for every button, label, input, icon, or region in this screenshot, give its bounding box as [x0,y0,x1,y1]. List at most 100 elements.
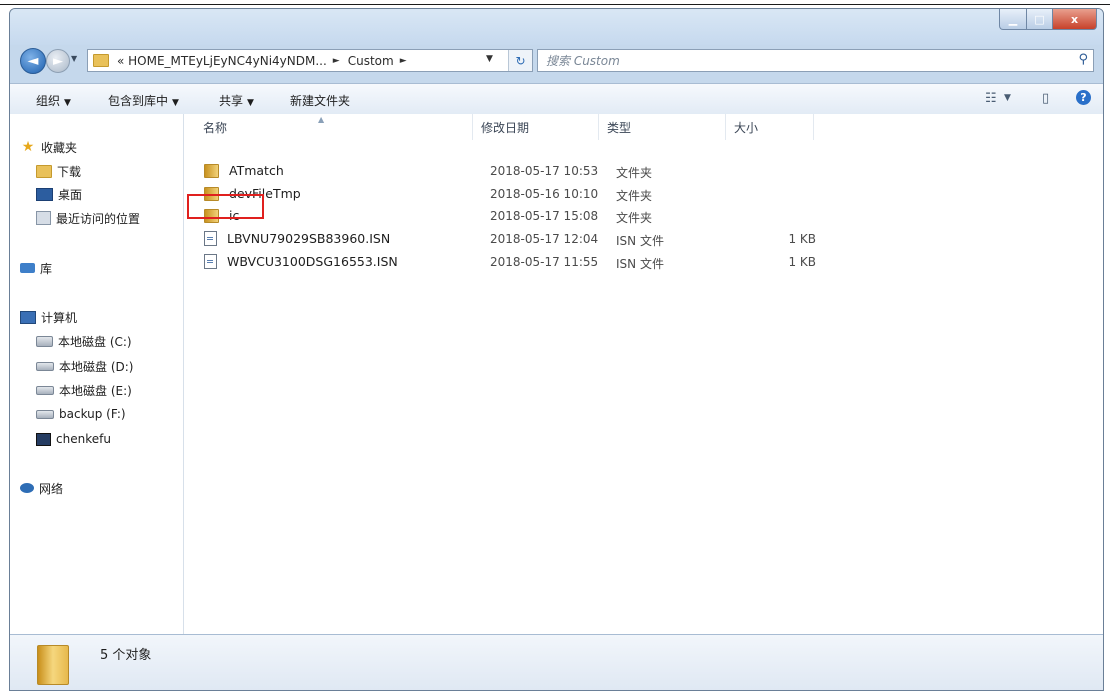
sidebar-item-drive-c[interactable]: 本地磁盘 (C:) [36,332,132,350]
column-header-size[interactable]: 大小 [726,114,814,140]
file-row[interactable]: ic 2018-05-17 15:08 文件夹 [184,205,1103,227]
address-bar[interactable]: « HOME_MTEyLjEyNC4yNi4yNDM... ► Custom ►… [87,49,533,72]
file-row[interactable]: ATmatch 2018-05-17 10:53 文件夹 [184,160,1103,182]
column-header-type[interactable]: 类型 [599,114,726,140]
file-date: 2018-05-17 15:08 [490,209,599,223]
file-type: ISN 文件 [616,234,664,248]
view-options-icon[interactable]: ☷ [985,91,997,106]
downloads-folder-icon [36,164,52,178]
include-in-library-button[interactable]: 包含到库中 ▼ [108,92,179,109]
details-status-bar: 5 个对象 [10,634,1103,690]
file-list-pane: 名称 ▲ 修改日期 类型 大小 ATmatch 2018-05-17 10:53 … [184,114,1103,634]
column-label: 名称 [203,120,228,135]
command-toolbar: 组织 ▼ 包含到库中 ▼ 共享 ▼ 新建文件夹 ☷ ▼ ▯ ? [10,83,1103,115]
sidebar-item-desktop[interactable]: 桌面 [36,185,82,203]
folder-large-icon [37,645,69,685]
sidebar-item-label: 本地磁盘 (E:) [59,383,132,398]
column-header-name[interactable]: 名称 ▲ [195,114,473,140]
sidebar-item-drive-e[interactable]: 本地磁盘 (E:) [36,381,132,399]
title-bar: ▁ □ x [10,9,1103,45]
breadcrumb-custom[interactable]: Custom [348,54,394,68]
screen-top-border [0,0,1110,5]
sidebar-item-network[interactable]: 网络 [20,479,63,497]
document-icon [204,231,217,246]
breadcrumb-separator-icon[interactable]: ► [333,56,340,66]
preview-pane-icon[interactable]: ▯ [1042,91,1049,106]
file-type: ISN 文件 [616,257,664,271]
network-icon [20,483,34,493]
help-icon[interactable]: ? [1076,90,1091,105]
system-drive-icon [36,335,53,347]
sidebar-item-libraries[interactable]: 库 [20,259,52,277]
sidebar-item-recent-places[interactable]: 最近访问的位置 [36,209,140,227]
sidebar-item-label: 本地磁盘 (C:) [58,334,132,349]
organize-button[interactable]: 组织 ▼ [36,92,71,109]
share-button[interactable]: 共享 ▼ [219,92,254,109]
view-dropdown-icon[interactable]: ▼ [1004,93,1011,103]
sidebar-item-label: 桌面 [58,187,83,202]
search-icon[interactable]: ⚲ [1078,52,1088,67]
chevron-down-icon: ▼ [172,98,179,108]
sidebar-item-drive-d[interactable]: 本地磁盘 (D:) [36,357,133,375]
sidebar-item-computer[interactable]: 计算机 [20,308,77,326]
explorer-window: ▁ □ x ◄ ► ▼ « HOME_MTEyLjEyNC4yNi4yNDM..… [9,8,1104,691]
hard-drive-icon [36,409,54,419]
file-size: 1 KB [788,255,816,269]
back-button[interactable]: ◄ [20,48,46,74]
file-date: 2018-05-17 11:55 [490,255,599,269]
breadcrumb-separator-icon[interactable]: ► [400,56,407,66]
item-count: 5 个对象 [100,648,152,663]
file-name-cell[interactable]: LBVNU79029SB83960.ISN [204,231,390,246]
file-name: ATmatch [229,163,284,178]
file-row[interactable]: LBVNU79029SB83960.ISN 2018-05-17 12:04 I… [184,228,1103,250]
hard-drive-icon [36,385,54,395]
forward-button[interactable]: ► [46,49,70,73]
column-header-date[interactable]: 修改日期 [473,114,599,140]
refresh-button[interactable]: ↻ [508,50,532,71]
hard-drive-icon [36,361,54,371]
sidebar-item-favorites[interactable]: ★ 收藏夹 [20,138,77,156]
recent-places-icon [36,211,51,225]
sidebar-item-label: 最近访问的位置 [56,211,141,226]
sidebar-item-label: backup (F:) [59,407,126,421]
file-name-cell[interactable]: WBVCU3100DSG16553.ISN [204,254,398,269]
sidebar-item-drive-f[interactable]: backup (F:) [36,405,126,423]
navigation-bar: ◄ ► ▼ « HOME_MTEyLjEyNC4yNi4yNDM... ► Cu… [10,45,1103,75]
window-controls: ▁ □ x [999,9,1097,30]
file-date: 2018-05-16 10:10 [490,187,599,201]
organize-label: 组织 [36,94,61,108]
sidebar-item-label: 库 [40,261,53,276]
search-box[interactable]: ⚲ [537,49,1094,72]
annotation-highlight-box [187,194,264,219]
breadcrumb-home[interactable]: « HOME_MTEyLjEyNC4yNi4yNDM... [117,54,327,68]
file-name: LBVNU79029SB83960.ISN [227,231,391,246]
include-label: 包含到库中 [108,94,169,108]
recent-pages-dropdown[interactable]: ▼ [71,54,77,63]
file-type: 文件夹 [616,211,653,225]
sidebar-item-chenkefu[interactable]: chenkefu [36,430,111,448]
new-folder-button[interactable]: 新建文件夹 [290,92,350,109]
sidebar-item-label: 网络 [39,481,64,496]
file-row[interactable]: WBVCU3100DSG16553.ISN 2018-05-17 11:55 I… [184,251,1103,273]
sidebar-item-label: 本地磁盘 (D:) [59,359,134,374]
file-date: 2018-05-17 10:53 [490,164,599,178]
sidebar-item-label: 收藏夹 [41,140,78,155]
forward-arrow-icon: ► [53,53,63,69]
minimize-button[interactable]: ▁ [999,9,1027,30]
address-dropdown-icon[interactable]: ▼ [486,54,493,64]
sidebar-item-label: 下载 [57,164,82,179]
file-row[interactable]: devFileTmp 2018-05-16 10:10 文件夹 [184,183,1103,205]
sidebar-item-downloads[interactable]: 下载 [36,162,81,180]
desktop-icon [36,187,53,201]
file-name: WBVCU3100DSG16553.ISN [227,254,398,269]
search-input[interactable] [544,51,1048,70]
file-type: 文件夹 [616,189,653,203]
maximize-button[interactable]: □ [1027,9,1053,30]
file-date: 2018-05-17 12:04 [490,232,599,246]
file-size: 1 KB [788,232,816,246]
close-button[interactable]: x [1053,9,1097,30]
file-name-cell[interactable]: ATmatch [204,163,284,178]
sort-ascending-icon: ▲ [318,115,325,124]
document-icon [204,254,217,269]
sidebar-item-label: chenkefu [56,432,111,446]
